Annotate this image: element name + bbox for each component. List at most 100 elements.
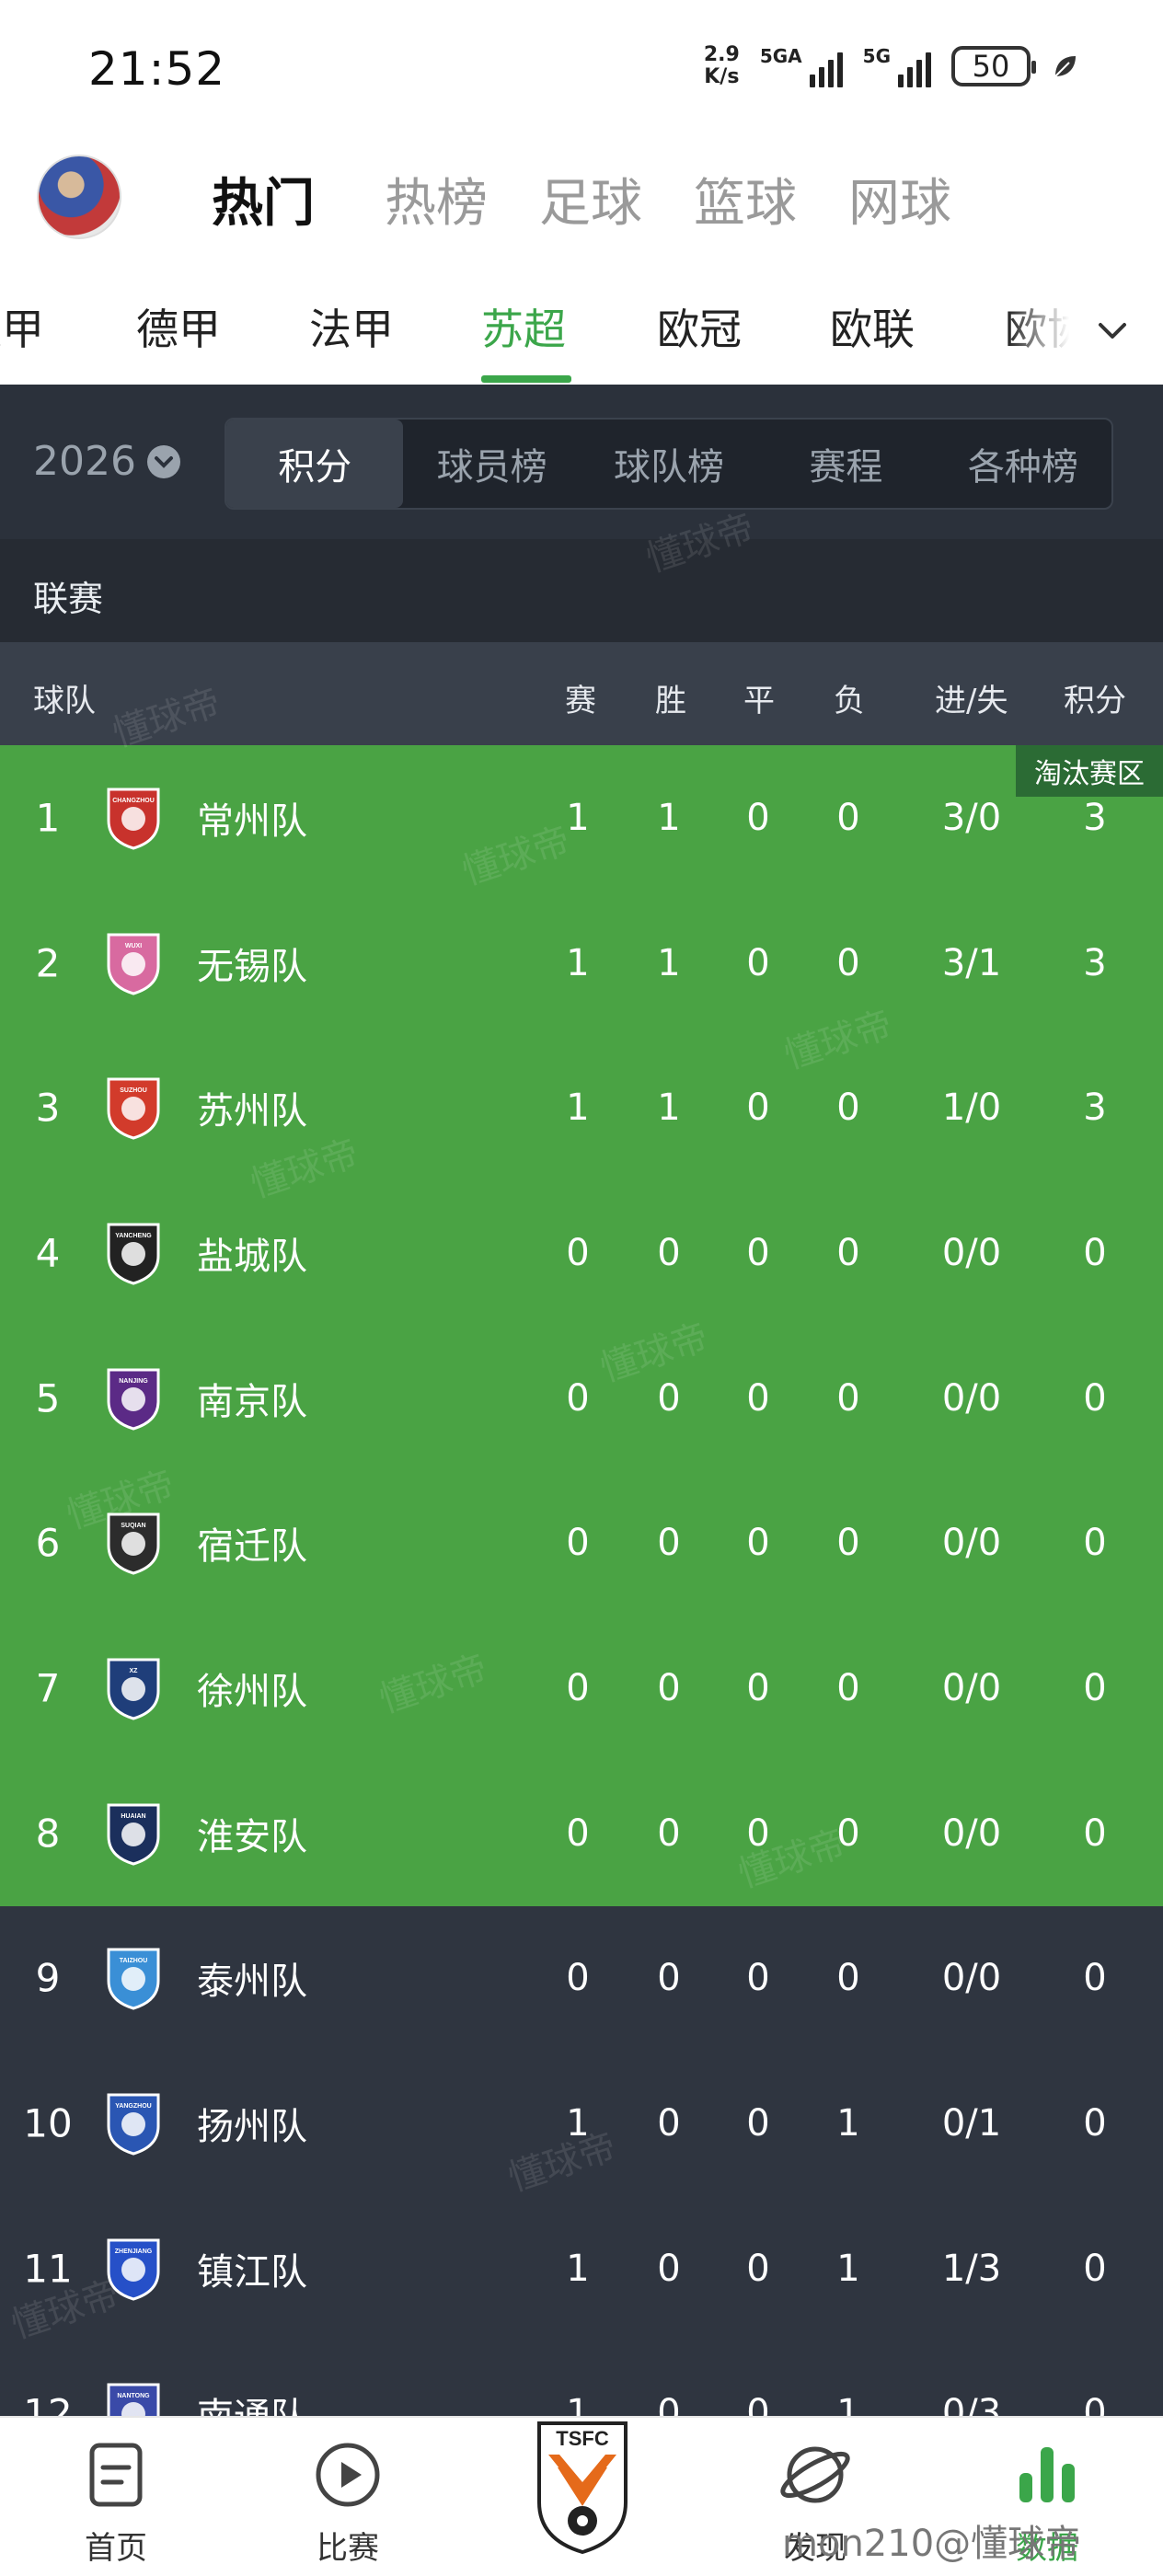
segment-control: 积分 球员榜 球队榜 赛程 各种榜 [225, 418, 1113, 510]
filter-bar: 2026 积分 球员榜 球队榜 赛程 各种榜 [0, 385, 1163, 539]
team-points: 3 [1083, 941, 1107, 984]
header-goals: 进/失 [935, 683, 1008, 719]
team-goals: 0/0 [941, 1376, 1002, 1420]
team-points: 0 [1083, 1231, 1107, 1274]
team-logo: NANJING [107, 1368, 160, 1431]
team-logo: HUAIAN [107, 1803, 160, 1866]
season-selector[interactable]: 2026 [33, 438, 180, 485]
team-logo: SUZHOU [107, 1077, 160, 1140]
team-loss: 0 [836, 1522, 860, 1565]
tab-basketball[interactable]: 篮球 [694, 162, 797, 236]
battery-level: 50 [972, 49, 1010, 84]
table-row[interactable]: 7 XZ 徐州队 0 0 0 0 0/0 0 [0, 1616, 1163, 1761]
league-tab-english-league-one[interactable]: 英甲 [0, 296, 44, 357]
season-label: 2026 [33, 438, 136, 485]
team-name: 泰州队 [197, 1961, 307, 2004]
team-points: 0 [1083, 2247, 1107, 2290]
team-logo: ZHENJIANG [107, 2238, 160, 2301]
team-goals: 0/0 [941, 1666, 1002, 1709]
team-logo-text: SUZHOU [120, 1087, 147, 1094]
segment-schedule[interactable]: 赛程 [757, 420, 934, 508]
team-name: 扬州队 [197, 2106, 307, 2149]
team-goals: 3/1 [941, 941, 1002, 984]
team-rank: 7 [35, 1665, 61, 1711]
team-loss: 0 [836, 1666, 860, 1709]
segment-standings[interactable]: 积分 [226, 420, 404, 508]
team-goals: 1/0 [941, 1087, 1002, 1130]
league-tab-jiangsu[interactable]: 苏超 [481, 296, 566, 357]
zone-badge: 淘汰赛区 [1016, 745, 1163, 797]
team-loss: 1 [836, 2247, 860, 2290]
table-row[interactable]: 10 YANGZHOU 扬州队 1 0 0 1 0/1 0 [0, 2051, 1163, 2196]
team-points: 0 [1083, 1522, 1107, 1565]
team-goals: 0/1 [941, 2102, 1002, 2145]
team-logo: TAIZHOU [107, 1948, 160, 2010]
team-logo-text: XZ [130, 1668, 139, 1674]
segment-other-rankings[interactable]: 各种榜 [935, 420, 1111, 508]
chevron-down-icon[interactable] [1097, 315, 1128, 346]
tab-tennis[interactable]: 网球 [848, 162, 951, 236]
table-row[interactable]: 3 SUZHOU 苏州队 1 1 0 0 1/0 3 [0, 1035, 1163, 1181]
home-icon [89, 2443, 143, 2507]
signal-icon: 5GA [760, 45, 843, 87]
section-label: 联赛 [33, 579, 104, 619]
avatar[interactable] [37, 155, 121, 239]
active-tab-indicator [481, 375, 571, 383]
bar-chart-icon [1019, 2447, 1075, 2502]
table-row[interactable]: 6 SUQIAN 宿迁队 0 0 0 0 0/0 0 [0, 1470, 1163, 1616]
team-points: 0 [1083, 1957, 1107, 2000]
segment-team-ranking[interactable]: 球队榜 [581, 420, 757, 508]
team-points: 0 [1083, 1666, 1107, 1709]
team-rank: 2 [35, 940, 61, 986]
tab-hot-list[interactable]: 热榜 [385, 162, 488, 236]
team-logo-text: TAIZHOU [120, 1958, 148, 1964]
team-name: 常州队 [197, 799, 307, 843]
team-loss: 0 [836, 1231, 860, 1274]
play-icon [316, 2443, 380, 2507]
header-draw: 平 [743, 683, 775, 719]
team-points: 0 [1083, 1811, 1107, 1855]
category-tabs: 热门 热榜 足球 篮球 网球 [0, 138, 1163, 258]
team-logo-text: NANTONG [117, 2393, 150, 2399]
team-rank: 3 [35, 1085, 61, 1131]
team-goals: 0/0 [941, 1811, 1002, 1855]
team-loss: 0 [836, 1376, 860, 1420]
team-loss: 0 [836, 1811, 860, 1855]
team-name: 镇江队 [197, 2250, 307, 2294]
team-rank: 4 [35, 1230, 61, 1276]
nav-home[interactable]: 首页 [33, 2436, 199, 2568]
bottom-nav: 首页 比赛 TSFC 发现 数据 mon210@懂球帝 [0, 2416, 1163, 2576]
league-tab-ligue1[interactable]: 法甲 [309, 296, 394, 357]
battery-icon: 50 [951, 46, 1036, 86]
table-row[interactable]: 9 TAIZHOU 泰州队 0 0 0 0 0/0 0 [0, 1905, 1163, 2052]
table-row[interactable]: 4 YANCHENG 盐城队 0 0 0 0 0/0 0 [0, 1180, 1163, 1326]
team-rank: 11 [23, 2246, 73, 2292]
team-goals: 0/0 [941, 1957, 1002, 2000]
team-logo: CHANGZHOU [107, 788, 160, 850]
tsfc-logo[interactable]: TSFC [534, 2418, 631, 2556]
segment-player-ranking[interactable]: 球员榜 [403, 420, 580, 508]
team-rank: 5 [35, 1375, 61, 1421]
table-row[interactable]: 淘汰赛区 1 CHANGZHOU 常州队 1 1 0 0 3/0 3 [0, 745, 1163, 891]
tab-football[interactable]: 足球 [539, 162, 642, 236]
chevron-down-icon [146, 444, 180, 478]
leaf-icon [1054, 56, 1076, 77]
team-logo: XZ [107, 1658, 160, 1720]
sim1-label: 5GA [759, 45, 802, 67]
league-tab-bundesliga[interactable]: 德甲 [136, 296, 221, 357]
league-tab-ucl[interactable]: 欧冠 [657, 296, 742, 357]
table-row[interactable]: 5 NANJING 南京队 0 0 0 0 0/0 0 [0, 1325, 1163, 1471]
team-logo-text: YANCHENG [115, 1233, 152, 1239]
table-row[interactable]: 2 WUXI 无锡队 1 1 0 0 3/1 3 [0, 890, 1163, 1036]
tab-hot[interactable]: 热门 [212, 162, 315, 236]
team-logo-text: YANGZHOU [115, 2103, 151, 2110]
league-tab-uel[interactable]: 欧联 [830, 296, 915, 357]
table-row[interactable]: 8 HUAIAN 淮安队 0 0 0 0 0/0 0 [0, 1760, 1163, 1906]
team-logo: WUXI [107, 933, 160, 995]
table-row[interactable]: 11 ZHENJIANG 镇江队 1 0 0 1 1/3 0 [0, 2195, 1163, 2341]
team-goals: 3/0 [941, 796, 1002, 839]
header-win: 胜 [655, 683, 686, 719]
nav-match[interactable]: 比赛 [265, 2436, 431, 2568]
team-name: 苏州队 [197, 1090, 307, 1133]
nav-match-label: 比赛 [317, 2530, 379, 2567]
